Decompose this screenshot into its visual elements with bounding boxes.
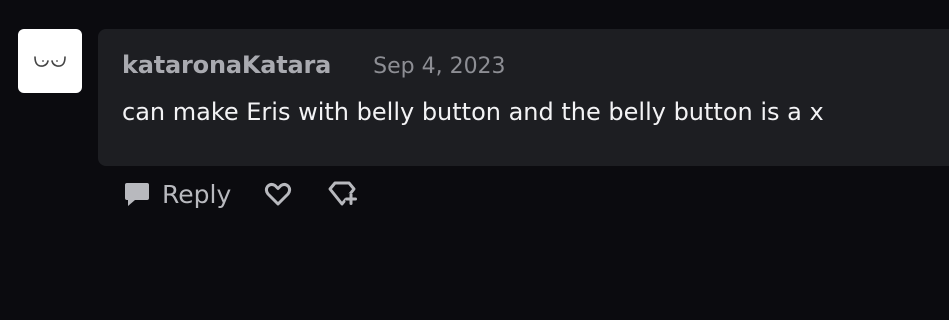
award-button[interactable]	[327, 179, 359, 209]
reply-label: Reply	[162, 179, 232, 209]
like-button[interactable]	[263, 179, 293, 209]
comment-card: kataronaKatara Sep 4, 2023 can make Eris…	[98, 29, 949, 166]
heart-outline-icon	[265, 182, 292, 206]
comment-thread: kataronaKatara Sep 4, 2023 can make Eris…	[0, 0, 949, 320]
speech-bubble-icon	[125, 183, 149, 206]
face-avatar-icon	[34, 56, 66, 67]
comment-header: kataronaKatara Sep 4, 2023	[122, 51, 506, 79]
avatar[interactable]	[18, 29, 82, 93]
comment-body: can make Eris with belly button and the …	[122, 98, 824, 126]
username[interactable]: kataronaKatara	[122, 51, 331, 79]
gem-plus-icon	[328, 181, 358, 206]
comment-actions: Reply	[122, 176, 359, 212]
reply-button[interactable]: Reply	[122, 179, 231, 209]
comment-date[interactable]: Sep 4, 2023	[373, 54, 505, 79]
